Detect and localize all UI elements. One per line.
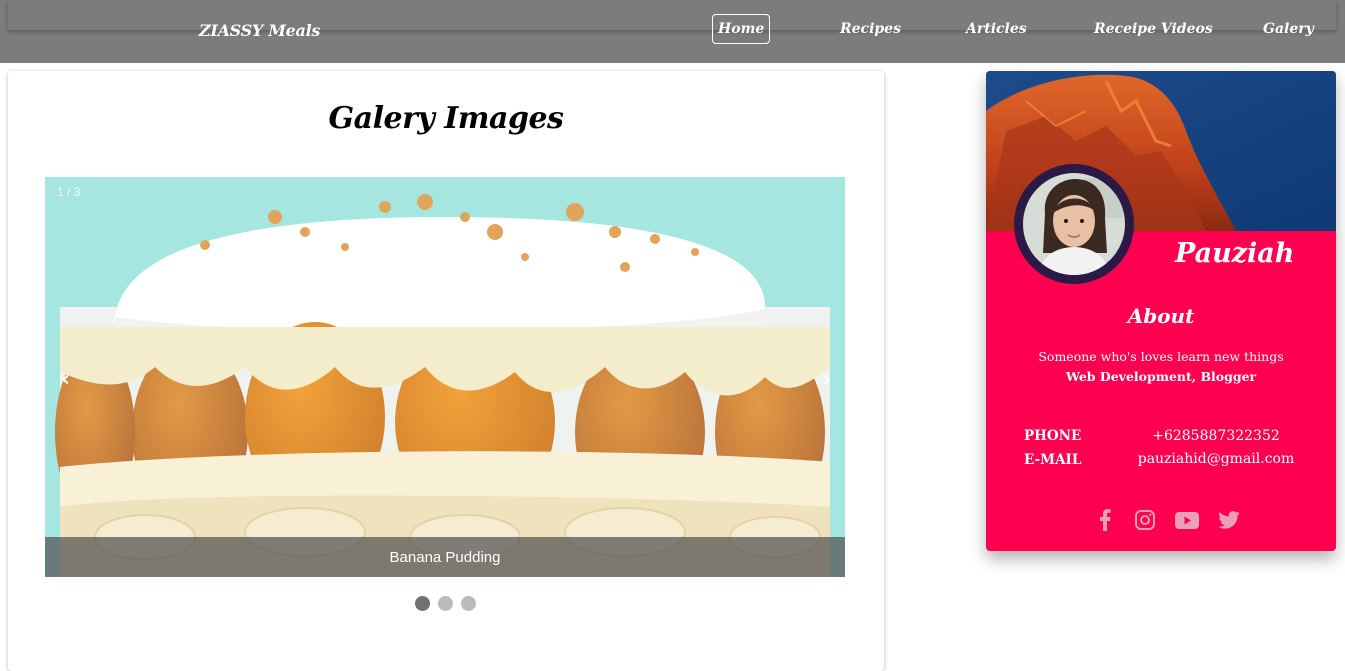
avatar[interactable] bbox=[1023, 173, 1125, 275]
slide-caption: Banana Pudding bbox=[389, 549, 501, 566]
page-title: Galery Images bbox=[328, 101, 564, 136]
nav-home[interactable]: Home bbox=[712, 14, 771, 44]
carousel-dot-3[interactable] bbox=[461, 596, 476, 611]
banana-pudding-image bbox=[45, 177, 845, 577]
instagram-icon[interactable] bbox=[1134, 509, 1156, 531]
about-title: About bbox=[1127, 304, 1195, 328]
facebook-icon[interactable] bbox=[1094, 509, 1116, 531]
about-description: Someone who's loves learn new things Web… bbox=[986, 347, 1336, 387]
youtube-icon[interactable] bbox=[1174, 509, 1200, 531]
carousel-dots bbox=[415, 596, 476, 611]
nav-recipes[interactable]: Recipes bbox=[840, 21, 901, 37]
carousel-dot-1[interactable] bbox=[415, 596, 430, 611]
phone-label: PHONE bbox=[1024, 428, 1082, 444]
about-line-2: Web Development, Blogger bbox=[1065, 369, 1257, 384]
image-carousel[interactable]: 1 / 3 ‹ › Banana Pudding bbox=[45, 177, 845, 577]
nav-recipe-videos[interactable]: Receipe Videos bbox=[1094, 21, 1213, 37]
nav-galery[interactable]: Galery bbox=[1263, 21, 1314, 37]
email-label: E-MAIL bbox=[1024, 452, 1082, 468]
carousel-prev-icon[interactable]: ‹ bbox=[61, 367, 70, 392]
about-line-1: Someone who's loves learn new things bbox=[1038, 349, 1284, 364]
brand-logo[interactable]: ZIASSY Meals bbox=[199, 21, 320, 40]
avatar-photo bbox=[1023, 173, 1125, 275]
carousel-next-icon[interactable]: › bbox=[822, 367, 831, 392]
nav-articles[interactable]: Articles bbox=[966, 21, 1027, 37]
twitter-icon[interactable] bbox=[1218, 509, 1240, 531]
email-value: pauziahid@gmail.com bbox=[1137, 451, 1295, 467]
phone-value: +6285887322352 bbox=[1152, 428, 1280, 444]
profile-name: Pauziah bbox=[1175, 238, 1295, 269]
slide-counter: 1 / 3 bbox=[57, 185, 81, 199]
profile-card: Pauziah About Someone who's loves learn … bbox=[986, 71, 1336, 551]
caption-bar: Banana Pudding bbox=[45, 537, 845, 577]
social-links bbox=[1094, 509, 1240, 531]
carousel-dot-2[interactable] bbox=[438, 596, 453, 611]
